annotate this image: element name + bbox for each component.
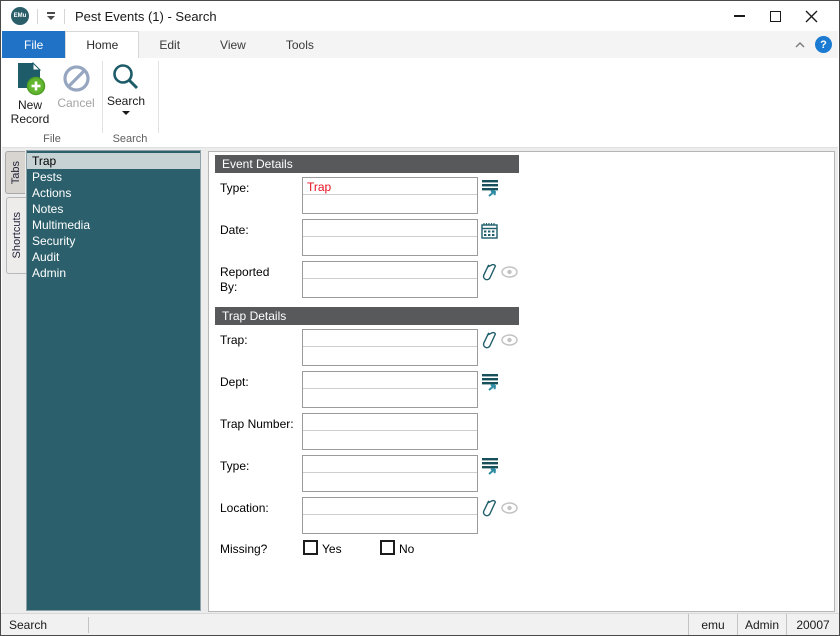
field-trap-value[interactable] (303, 330, 477, 347)
field-label-location: Location: (220, 501, 300, 516)
view-attachment-eye-icon (501, 334, 518, 346)
field-label-type: Type: (220, 181, 300, 196)
status-user: Admin (737, 614, 786, 636)
attach-icon[interactable] (481, 330, 499, 351)
side-tab-shortcuts-label: Shortcuts (11, 212, 23, 258)
collapse-ribbon-icon[interactable] (795, 41, 805, 49)
content-area: Tabs Shortcuts Trap Pests Actions Notes … (2, 148, 838, 614)
tab-file[interactable]: File (2, 31, 65, 58)
cancel-label: Cancel (54, 96, 98, 110)
titlebar-divider (64, 9, 65, 24)
nav-item-audit[interactable]: Audit (27, 249, 200, 265)
tab-list-panel: Trap Pests Actions Notes Multimedia Secu… (26, 150, 201, 611)
search-label: Search (104, 94, 148, 108)
titlebar-divider (37, 9, 38, 24)
status-database: emu (688, 614, 737, 636)
search-dropdown-icon[interactable] (122, 111, 130, 115)
nav-item-security[interactable]: Security (27, 233, 200, 249)
status-divider (88, 617, 89, 633)
close-button[interactable] (793, 2, 829, 30)
side-tab-tabs-label: Tabs (10, 161, 22, 184)
nav-item-pests[interactable]: Pests (27, 169, 200, 185)
emu-logo-icon: EMu (11, 7, 29, 25)
window-title: Pest Events (1) - Search (75, 9, 217, 24)
view-attachment-eye-icon (501, 502, 518, 514)
field-trap-number[interactable] (302, 413, 478, 450)
ribbon-group-search: Search (102, 133, 158, 145)
lookup-list-icon[interactable] (481, 457, 500, 476)
field-label-trap: Trap: (220, 333, 300, 348)
maximize-icon (770, 11, 781, 22)
field-trap-number-value[interactable] (303, 414, 477, 431)
side-tab-shortcuts[interactable]: Shortcuts (6, 197, 26, 274)
quick-access-dropdown-icon[interactable] (46, 12, 56, 20)
field-label-date: Date: (220, 223, 300, 238)
close-icon (805, 10, 818, 23)
field-event-type-value[interactable]: Trap (303, 178, 477, 195)
field-date[interactable] (302, 219, 478, 256)
ribbon: New Record Cancel Search File (2, 58, 838, 148)
field-label-missing: Missing? (220, 542, 300, 557)
missing-yes-checkbox[interactable] (303, 540, 318, 555)
nav-item-actions[interactable]: Actions (27, 185, 200, 201)
search-button[interactable]: Search (104, 62, 148, 115)
field-dept[interactable] (302, 371, 478, 408)
section-header-trap-details: Trap Details (215, 307, 519, 325)
nav-item-trap[interactable]: Trap (27, 153, 200, 169)
tab-edit[interactable]: Edit (139, 31, 200, 58)
field-location-value[interactable] (303, 498, 477, 515)
missing-yes-label: Yes (322, 542, 342, 556)
new-record-label: New Record (6, 98, 54, 126)
missing-no-label: No (399, 542, 414, 556)
lookup-list-icon[interactable] (481, 179, 500, 198)
tab-home[interactable]: Home (65, 31, 139, 58)
titlebar: EMu Pest Events (1) - Search (1, 1, 839, 31)
cancel-icon (62, 64, 91, 93)
field-event-type[interactable]: Trap (302, 177, 478, 214)
side-tab-tabs[interactable]: Tabs (5, 151, 25, 194)
section-header-event-details: Event Details (215, 155, 519, 173)
ribbon-tab-bar: File Home Edit View Tools ? (2, 31, 838, 58)
app-window: EMu Pest Events (1) - Search File Home E… (0, 0, 840, 636)
form-panel: Event Details Type: Trap Date: (208, 151, 835, 612)
status-bar: Search emu Admin 20007 (1, 613, 839, 635)
field-label-dept: Dept: (220, 375, 300, 390)
field-trap[interactable] (302, 329, 478, 366)
tab-tools[interactable]: Tools (266, 31, 334, 58)
cancel-button[interactable]: Cancel (54, 62, 98, 110)
ribbon-group-file: File (2, 133, 102, 145)
field-dept-value[interactable] (303, 372, 477, 389)
minimize-icon (734, 15, 745, 17)
status-mode: Search (1, 618, 88, 632)
minimize-button[interactable] (721, 2, 757, 30)
field-label-reported-by: Reported By: (220, 265, 282, 295)
search-icon (111, 62, 141, 92)
field-label-trap-number: Trap Number: (220, 417, 300, 432)
attach-icon[interactable] (481, 262, 499, 283)
new-record-button[interactable]: New Record (6, 62, 54, 126)
ribbon-group-divider (102, 61, 103, 133)
ribbon-group-divider (158, 61, 159, 133)
maximize-button[interactable] (757, 2, 793, 30)
nav-item-multimedia[interactable]: Multimedia (27, 217, 200, 233)
field-location[interactable] (302, 497, 478, 534)
help-icon[interactable]: ? (815, 36, 832, 53)
view-attachment-eye-icon (501, 266, 518, 278)
field-label-trap-type: Type: (220, 459, 300, 474)
field-trap-type-value[interactable] (303, 456, 477, 473)
calendar-icon[interactable] (481, 222, 498, 239)
attach-icon[interactable] (481, 498, 499, 519)
lookup-list-icon[interactable] (481, 373, 500, 392)
status-number: 20007 (786, 614, 839, 636)
field-reported-by[interactable] (302, 261, 478, 298)
field-reported-by-value[interactable] (303, 262, 477, 279)
tab-view[interactable]: View (200, 31, 266, 58)
field-date-value[interactable] (303, 220, 477, 237)
nav-item-notes[interactable]: Notes (27, 201, 200, 217)
field-trap-type[interactable] (302, 455, 478, 492)
nav-item-admin[interactable]: Admin (27, 265, 200, 281)
new-record-icon (14, 62, 46, 96)
missing-no-checkbox[interactable] (380, 540, 395, 555)
